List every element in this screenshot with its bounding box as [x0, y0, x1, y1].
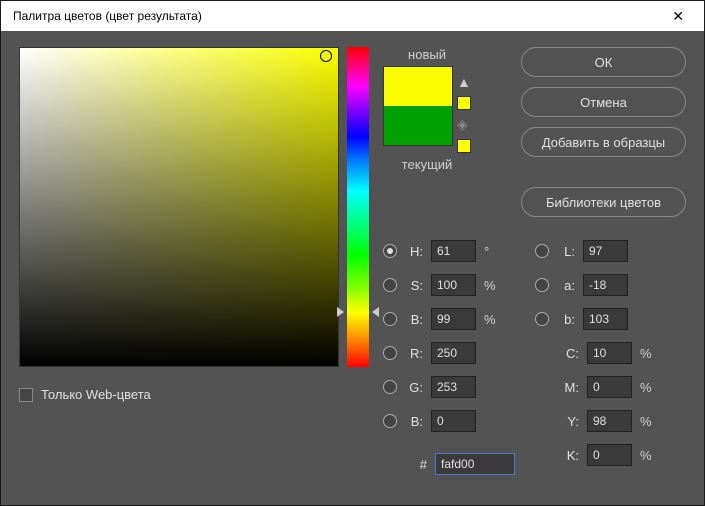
- titlebar: Палитра цветов (цвет результата) ✕: [1, 1, 704, 31]
- h-input[interactable]: 61: [431, 240, 476, 262]
- s-input[interactable]: 100: [431, 274, 476, 296]
- top-row: новый ▲ ◈ текущий: [383, 47, 686, 217]
- hue-indicator-right-icon: [372, 307, 379, 317]
- left-column: Только Web-цвета: [19, 47, 369, 489]
- color-swatches: [383, 66, 453, 146]
- b-hsb-row: B: 99 %: [383, 307, 515, 331]
- button-column: ОК Отмена Добавить в образцы Библиотеки …: [521, 47, 686, 217]
- r-input[interactable]: 250: [431, 342, 476, 364]
- l-radio[interactable]: [535, 244, 549, 258]
- swatch-icons: ▲ ◈: [457, 66, 471, 153]
- add-swatch-button[interactable]: Добавить в образцы: [521, 127, 686, 157]
- hsb-rgb-column: H: 61 ° S: 100 % B: 99 %: [383, 239, 515, 475]
- y-input[interactable]: 98: [587, 410, 632, 432]
- b-hsb-label: B:: [405, 312, 423, 327]
- g-radio[interactable]: [383, 380, 397, 394]
- lab-cmyk-column: L: 97 a: -18 b: 103: [535, 239, 654, 475]
- l-label: L:: [557, 244, 575, 259]
- b-hsb-radio[interactable]: [383, 312, 397, 326]
- right-column: новый ▲ ◈ текущий: [383, 47, 686, 489]
- c-unit: %: [640, 346, 654, 361]
- h-row: H: 61 °: [383, 239, 515, 263]
- m-label: M:: [557, 380, 579, 395]
- cancel-button[interactable]: Отмена: [521, 87, 686, 117]
- r-row: R: 250: [383, 341, 515, 365]
- hex-input[interactable]: fafd00: [435, 453, 515, 475]
- l-input[interactable]: 97: [583, 240, 628, 262]
- hex-label: #: [383, 457, 427, 472]
- a-input[interactable]: -18: [583, 274, 628, 296]
- hue-indicator-left-icon: [337, 307, 344, 317]
- color-libraries-button[interactable]: Библиотеки цветов: [521, 187, 686, 217]
- window-title: Палитра цветов (цвет результата): [13, 9, 202, 23]
- y-row: Y: 98 %: [535, 409, 654, 433]
- y-unit: %: [640, 414, 654, 429]
- s-radio[interactable]: [383, 278, 397, 292]
- color-fields: H: 61 ° S: 100 % B: 99 %: [383, 239, 686, 475]
- g-row: G: 253: [383, 375, 515, 399]
- r-radio[interactable]: [383, 346, 397, 360]
- r-label: R:: [405, 346, 423, 361]
- b-rgb-row: B: 0: [383, 409, 515, 433]
- websafe-warning-icon[interactable]: ◈: [457, 116, 471, 133]
- web-only-row: Только Web-цвета: [19, 387, 369, 402]
- b-lab-radio[interactable]: [535, 312, 549, 326]
- hue-slider[interactable]: [347, 47, 369, 367]
- g-label: G:: [405, 380, 423, 395]
- c-row: C: 10 %: [535, 341, 654, 365]
- color-picker-dialog: Палитра цветов (цвет результата) ✕ Тольк…: [0, 0, 705, 506]
- k-unit: %: [640, 448, 654, 463]
- b-hsb-unit: %: [484, 312, 498, 327]
- h-radio[interactable]: [383, 244, 397, 258]
- c-input[interactable]: 10: [587, 342, 632, 364]
- a-radio[interactable]: [535, 278, 549, 292]
- sv-cursor-icon: [320, 50, 332, 62]
- k-row: K: 0 %: [535, 443, 654, 467]
- l-row: L: 97: [535, 239, 654, 263]
- k-label: K:: [557, 448, 579, 463]
- b-lab-label: b:: [557, 312, 575, 327]
- c-label: C:: [557, 346, 579, 361]
- web-only-label: Только Web-цвета: [41, 387, 151, 402]
- gamut-swatch[interactable]: [457, 96, 471, 110]
- a-row: a: -18: [535, 273, 654, 297]
- b-lab-input[interactable]: 103: [583, 308, 628, 330]
- web-only-checkbox[interactable]: [19, 388, 33, 402]
- h-label: H:: [405, 244, 423, 259]
- g-input[interactable]: 253: [431, 376, 476, 398]
- s-label: S:: [405, 278, 423, 293]
- picker-area: [19, 47, 369, 367]
- b-rgb-label: B:: [405, 414, 423, 429]
- swatch-block: новый ▲ ◈ текущий: [383, 47, 471, 217]
- b-rgb-radio[interactable]: [383, 414, 397, 428]
- new-color-swatch[interactable]: [384, 67, 452, 106]
- content-area: Только Web-цвета новый ▲ ◈: [1, 31, 704, 505]
- k-input[interactable]: 0: [587, 444, 632, 466]
- b-rgb-input[interactable]: 0: [431, 410, 476, 432]
- gamut-warning-icon[interactable]: ▲: [457, 74, 471, 90]
- s-row: S: 100 %: [383, 273, 515, 297]
- current-color-swatch[interactable]: [384, 106, 452, 145]
- m-unit: %: [640, 380, 654, 395]
- ok-button[interactable]: ОК: [521, 47, 686, 77]
- m-row: M: 0 %: [535, 375, 654, 399]
- b-hsb-input[interactable]: 99: [431, 308, 476, 330]
- h-unit: °: [484, 244, 498, 259]
- new-swatch-label: новый: [408, 47, 446, 62]
- current-swatch-label: текущий: [402, 157, 453, 172]
- a-label: a:: [557, 278, 575, 293]
- s-unit: %: [484, 278, 498, 293]
- saturation-value-picker[interactable]: [19, 47, 339, 367]
- websafe-swatch[interactable]: [457, 139, 471, 153]
- hex-row: # fafd00: [383, 453, 515, 475]
- close-icon[interactable]: ✕: [664, 4, 692, 29]
- m-input[interactable]: 0: [587, 376, 632, 398]
- y-label: Y:: [557, 414, 579, 429]
- b-lab-row: b: 103: [535, 307, 654, 331]
